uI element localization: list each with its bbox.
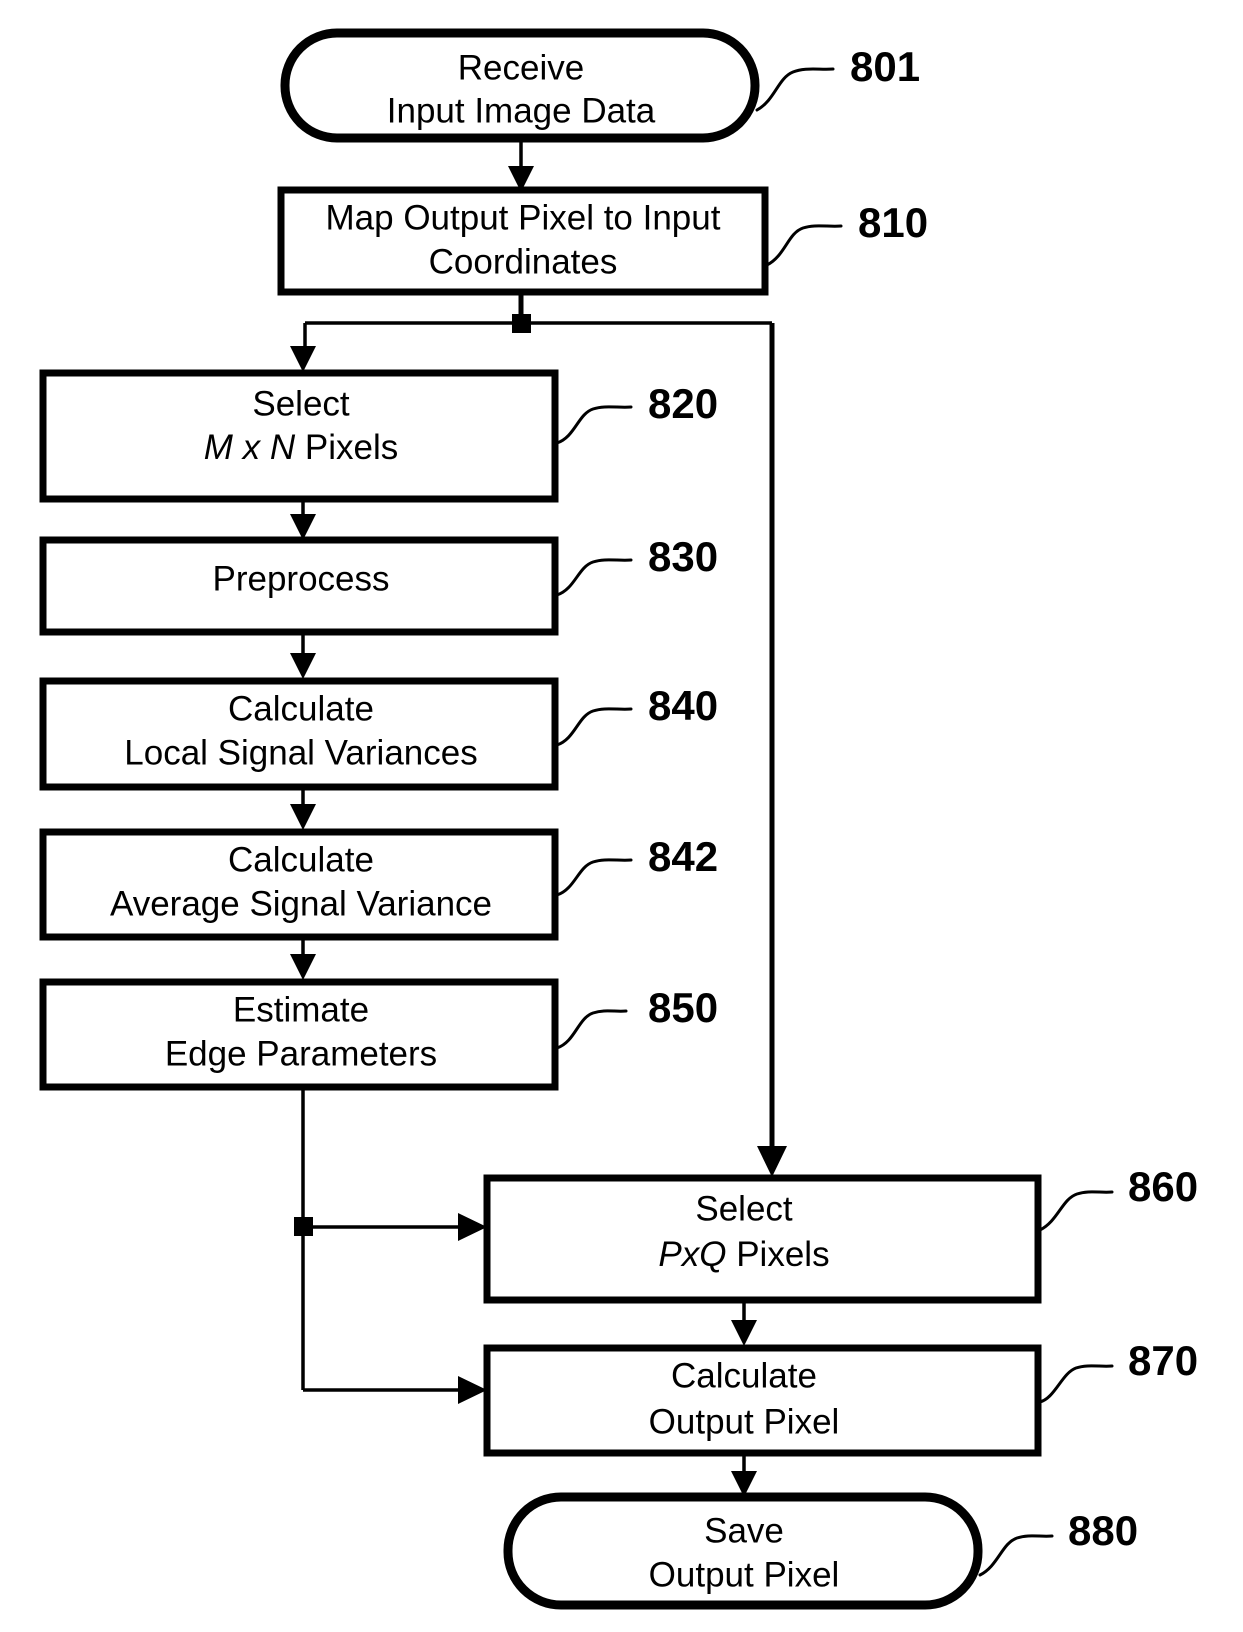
- node-842-line2: Average Signal Variance: [110, 884, 492, 923]
- node-840[interactable]: Calculate Local Signal Variances 840: [39, 677, 718, 791]
- leader-820: [555, 405, 633, 445]
- node-810-line2: Coordinates: [429, 242, 618, 281]
- node-870-line1: Calculate: [671, 1356, 817, 1395]
- node-860-line2: PxQ Pixels: [658, 1235, 829, 1274]
- edge-850-860-870: [294, 1087, 487, 1404]
- node-860[interactable]: Select PxQ Pixels 860: [483, 1163, 1198, 1304]
- node-820[interactable]: Select M x N Pixels 820: [39, 369, 718, 503]
- ref-label-850: 850: [648, 984, 718, 1031]
- ref-label-840: 840: [648, 682, 718, 729]
- node-860-line2-rest: Pixels: [726, 1235, 829, 1274]
- node-830-line1: Preprocess: [212, 559, 389, 598]
- node-820-line2-rest: Pixels: [295, 428, 398, 467]
- ref-label-870: 870: [1128, 1337, 1198, 1384]
- ref-label-860: 860: [1128, 1163, 1198, 1210]
- leader-830: [555, 558, 633, 597]
- node-820-line2: M x N Pixels: [204, 428, 398, 467]
- edge-870-880: [731, 1452, 757, 1497]
- node-880[interactable]: Save Output Pixel 880: [503, 1492, 1138, 1610]
- node-842[interactable]: Calculate Average Signal Variance 842: [39, 828, 718, 941]
- node-842-line1: Calculate: [228, 840, 374, 879]
- edge-bus-820: [290, 323, 316, 372]
- node-810[interactable]: Map Output Pixel to Input Coordinates 81…: [277, 186, 928, 296]
- node-810-line1: Map Output Pixel to Input: [326, 198, 721, 237]
- node-850[interactable]: Estimate Edge Parameters 850: [39, 978, 718, 1091]
- node-801-line2: Input Image Data: [387, 91, 656, 130]
- edge-810-bus: [305, 292, 772, 333]
- junction-dot-810: [512, 314, 531, 333]
- node-801-line1: Receive: [458, 48, 584, 87]
- node-830[interactable]: Preprocess 830: [39, 533, 718, 636]
- leader-810: [765, 224, 843, 267]
- leader-840: [555, 707, 633, 747]
- edge-860-870: [731, 1300, 757, 1346]
- node-880-line1: Save: [704, 1511, 784, 1550]
- edge-840-842: [290, 787, 316, 830]
- node-840-line1: Calculate: [228, 689, 374, 728]
- node-870[interactable]: Calculate Output Pixel 870: [483, 1337, 1198, 1457]
- leader-801: [755, 67, 835, 112]
- edge-820-830: [290, 499, 316, 540]
- ref-label-880: 880: [1068, 1507, 1138, 1554]
- node-801[interactable]: Receive Input Image Data 801: [280, 28, 920, 143]
- leader-842: [555, 858, 633, 897]
- node-820-line1: Select: [252, 384, 350, 423]
- node-860-line1: Select: [695, 1189, 793, 1228]
- node-870-line2: Output Pixel: [649, 1402, 840, 1441]
- ref-label-842: 842: [648, 833, 718, 880]
- leader-850: [555, 1009, 628, 1050]
- leader-880: [978, 1534, 1054, 1577]
- flowchart-canvas: Receive Input Image Data 801 Map Output …: [39, 28, 1198, 1610]
- node-840-line2: Local Signal Variances: [124, 733, 477, 772]
- flowchart-diagram: Receive Input Image Data 801 Map Output …: [0, 0, 1243, 1632]
- edge-801-810: [508, 138, 534, 192]
- edge-bus-860: [757, 323, 787, 1177]
- node-850-line1: Estimate: [233, 990, 369, 1029]
- node-860-line2-italic: PxQ: [658, 1235, 726, 1274]
- edge-842-850: [290, 937, 316, 980]
- leader-870: [1038, 1364, 1114, 1404]
- ref-label-801: 801: [850, 43, 920, 90]
- node-850-line2: Edge Parameters: [165, 1034, 437, 1073]
- node-880-line2: Output Pixel: [649, 1555, 840, 1594]
- node-820-line2-italic: M x N: [204, 428, 296, 467]
- ref-label-820: 820: [648, 380, 718, 427]
- ref-label-830: 830: [648, 533, 718, 580]
- edge-830-840: [290, 632, 316, 679]
- ref-label-810: 810: [858, 199, 928, 246]
- leader-860: [1038, 1190, 1114, 1232]
